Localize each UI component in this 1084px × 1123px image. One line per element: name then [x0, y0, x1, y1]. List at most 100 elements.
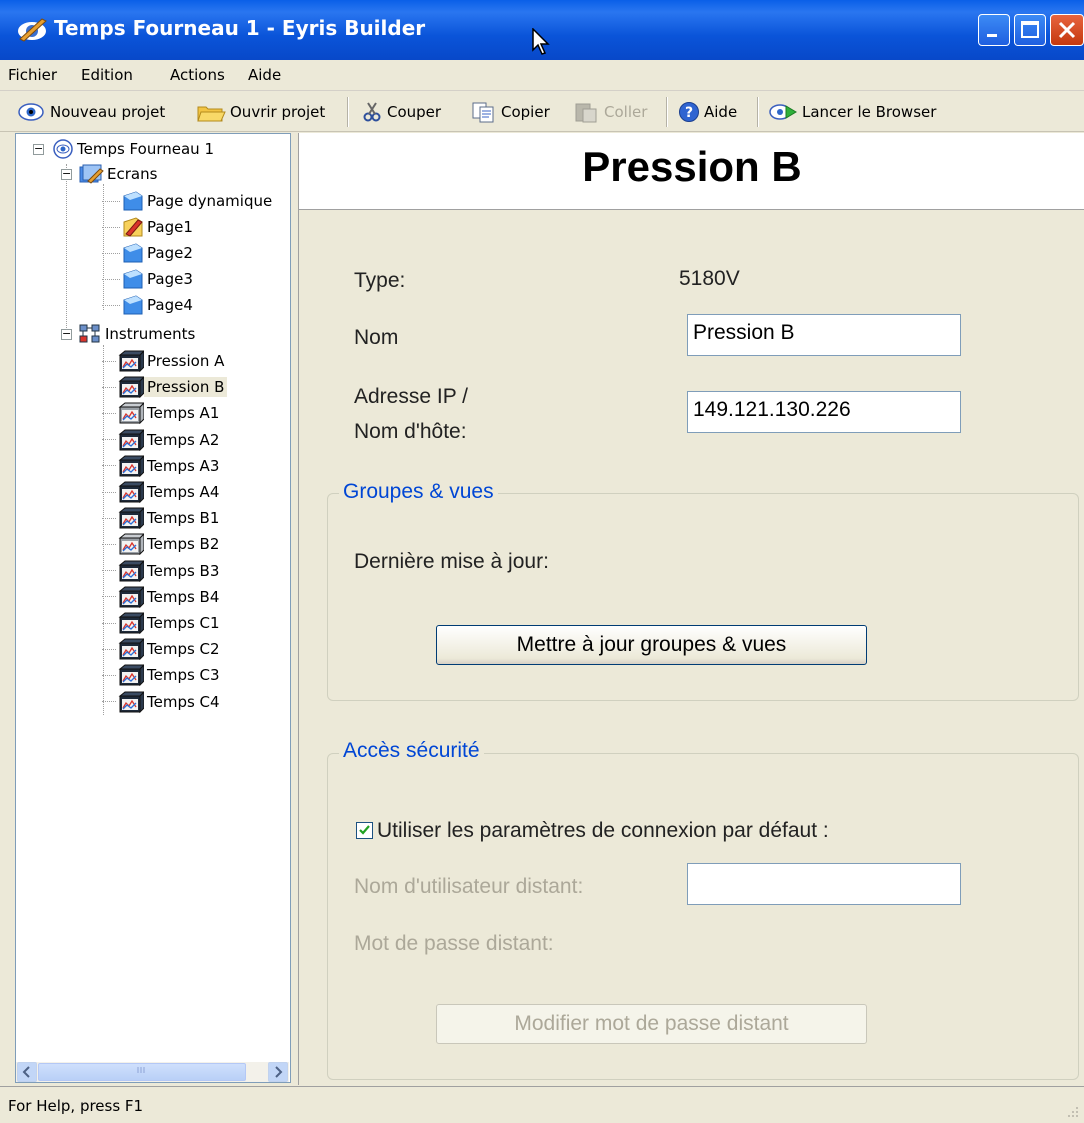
- tree-screen-label: Page dynamique: [147, 192, 273, 210]
- groups-views-legend: Groupes & vues: [339, 480, 498, 504]
- window-title: Temps Fourneau 1 - Eyris Builder: [54, 16, 426, 40]
- tree-instrument-label: Temps A2: [147, 430, 220, 449]
- svg-text:?: ?: [685, 105, 693, 121]
- tree-instrument-item[interactable]: Temps B2: [102, 532, 222, 556]
- default-connection-label[interactable]: Utiliser les paramètres de connexion par…: [377, 819, 829, 843]
- paste-button[interactable]: Coller: [574, 99, 647, 125]
- tree-instrument-item[interactable]: Temps A1: [102, 401, 222, 425]
- cut-button[interactable]: Couper: [361, 99, 441, 125]
- page-icon: [123, 191, 143, 211]
- copy-label: Copier: [501, 103, 550, 121]
- tree-instrument-item[interactable]: Temps C3: [102, 663, 223, 687]
- tree-instrument-item[interactable]: Temps A3: [102, 454, 222, 478]
- scroll-right-button[interactable]: [268, 1062, 288, 1082]
- tree-instrument-item[interactable]: Pression A: [102, 349, 227, 373]
- open-folder-icon: [197, 106, 226, 122]
- tree-root[interactable]: − Temps Fourneau 1: [33, 137, 217, 161]
- tree-connector: [102, 570, 116, 572]
- menu-edition[interactable]: Edition: [81, 66, 133, 84]
- instrument-icon: [118, 350, 144, 372]
- tree-screen-item[interactable]: Page1: [102, 215, 196, 239]
- title-bar[interactable]: Temps Fourneau 1 - Eyris Builder: [0, 0, 1084, 60]
- tree-node-instruments[interactable]: − Instruments: [61, 322, 198, 346]
- instrument-icon: [118, 690, 144, 713]
- tree-instrument-item[interactable]: Pression B: [102, 375, 228, 399]
- tree-instrument-label: Temps B2: [147, 535, 220, 554]
- name-label: Nom: [354, 326, 399, 349]
- paste-label: Coller: [604, 103, 648, 121]
- name-field[interactable]: Pression B: [687, 314, 961, 356]
- properties-panel: Pression B Type: 5180V Nom Pression B Ad…: [298, 133, 1084, 1085]
- remote-user-field[interactable]: [687, 863, 961, 905]
- tree-instrument-label: Temps C2: [147, 640, 220, 659]
- cut-label: Couper: [387, 103, 442, 121]
- close-button[interactable]: [1050, 14, 1084, 46]
- scroll-left-button[interactable]: [17, 1062, 37, 1082]
- tree-screen-item[interactable]: Page4: [102, 293, 196, 317]
- default-connection-checkbox[interactable]: [356, 822, 373, 839]
- groups-views-group: [327, 493, 1079, 701]
- tree-connector: [102, 252, 120, 254]
- tree-instrument-item[interactable]: Temps A4: [102, 480, 222, 504]
- tree-instrument-item[interactable]: Temps B4: [102, 585, 222, 609]
- tree-instrument-label: Temps C3: [147, 666, 220, 685]
- tree-instrument-item[interactable]: Temps B1: [102, 506, 222, 530]
- collapse-icon[interactable]: −: [61, 168, 72, 180]
- open-project-button[interactable]: Ouvrir projet: [196, 99, 325, 125]
- modify-remote-password-button[interactable]: Modifier mot de passe distant: [436, 1004, 867, 1044]
- tree-instrument-item[interactable]: Temps C4: [102, 690, 223, 714]
- update-groups-views-button[interactable]: Mettre à jour groupes & vues: [436, 625, 867, 665]
- tree-screen-item[interactable]: Page2: [102, 241, 196, 265]
- tree-instrument-item[interactable]: Temps C2: [102, 637, 223, 661]
- tree-connector: [102, 386, 116, 388]
- tree-connector: [102, 648, 116, 650]
- maximize-button[interactable]: [1014, 14, 1046, 46]
- instrument-icon: [118, 533, 144, 556]
- tree-screen-item[interactable]: Page3: [102, 267, 196, 291]
- tree-connector: [102, 596, 116, 598]
- tree-instrument-item[interactable]: Temps B3: [102, 559, 222, 583]
- tree-connector: [102, 304, 120, 306]
- launch-browser-button[interactable]: Lancer le Browser: [768, 99, 936, 125]
- new-project-icon: [18, 103, 44, 121]
- page-icon: [123, 243, 143, 263]
- collapse-icon[interactable]: −: [33, 143, 44, 155]
- tree-instrument-label: Temps C4: [147, 692, 220, 711]
- screens-folder-icon: [79, 164, 104, 184]
- minimize-button[interactable]: [978, 14, 1010, 46]
- instrument-icon: [118, 507, 144, 530]
- copy-icon: [472, 102, 494, 123]
- new-project-button[interactable]: Nouveau projet: [18, 99, 165, 125]
- scroll-thumb[interactable]: [38, 1063, 246, 1081]
- page-icon: [123, 295, 143, 315]
- tree-horizontal-scrollbar[interactable]: [16, 1062, 289, 1082]
- last-update-label: Dernière mise à jour:: [354, 550, 549, 573]
- resize-grip-icon[interactable]: [1062, 1101, 1080, 1123]
- menu-actions[interactable]: Actions: [170, 66, 225, 84]
- collapse-icon[interactable]: −: [61, 328, 72, 340]
- tree-node-ecrans[interactable]: − Ecrans: [61, 162, 160, 186]
- tree-screen-item[interactable]: Page dynamique: [102, 189, 275, 213]
- paste-icon: [575, 103, 597, 123]
- tree-instrument-item[interactable]: Temps A2: [102, 428, 222, 452]
- project-icon: [53, 139, 73, 159]
- help-button[interactable]: ? Aide: [678, 99, 737, 125]
- menu-fichier[interactable]: Fichier: [8, 66, 57, 84]
- menu-aide[interactable]: Aide: [248, 66, 281, 84]
- address-field[interactable]: 149.121.130.226: [687, 391, 961, 433]
- project-tree[interactable]: − Temps Fourneau 1 − Ecrans Page dynamiq…: [15, 133, 291, 1083]
- tree-screen-label: Page1: [147, 218, 193, 236]
- copy-button[interactable]: Copier: [471, 99, 550, 125]
- tree-node-label: Ecrans: [107, 165, 158, 183]
- instrument-icon: [118, 559, 144, 582]
- minimize-icon: [987, 34, 997, 37]
- instrument-icon: [118, 612, 144, 634]
- open-project-label: Ouvrir projet: [230, 103, 326, 121]
- app-icon: [16, 15, 48, 47]
- tree-connector: [66, 164, 67, 334]
- mouse-cursor-icon: [532, 27, 550, 60]
- tree-instrument-item[interactable]: Temps C1: [102, 611, 223, 635]
- tree-instrument-label: Pression A: [147, 352, 225, 370]
- grip-icon: [137, 1067, 145, 1073]
- tree-instrument-label: Temps B1: [147, 509, 220, 528]
